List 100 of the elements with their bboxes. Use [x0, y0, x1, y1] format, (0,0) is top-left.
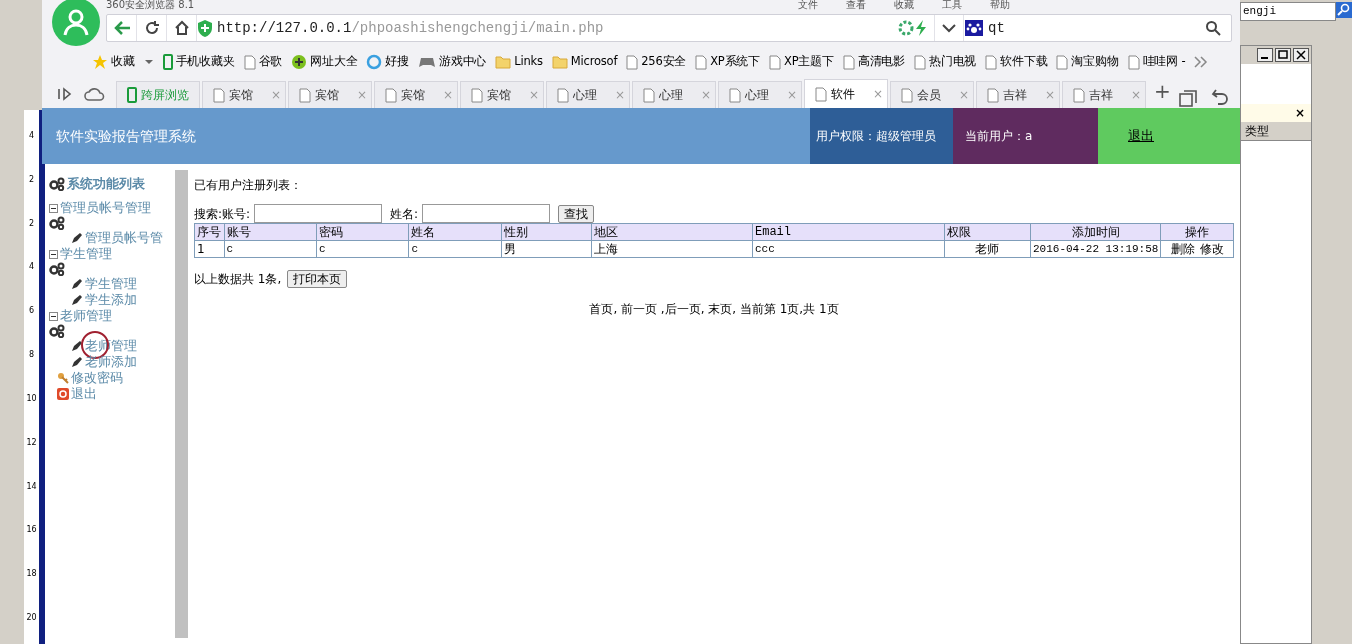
- sidebar-group[interactable]: 老师管理: [60, 308, 112, 324]
- bookmark[interactable]: Links: [495, 53, 543, 71]
- column-header: 类型: [1245, 123, 1269, 138]
- search-field[interactable]: qt: [984, 17, 1199, 39]
- page-icon: [557, 87, 569, 103]
- browser-tab[interactable]: 宾馆 ×: [374, 81, 458, 108]
- bookmark[interactable]: 手机收藏夹: [162, 53, 235, 71]
- bookmark[interactable]: Microsof: [551, 53, 618, 71]
- column-header: Email: [752, 223, 945, 241]
- page-icon: [299, 87, 311, 103]
- browser-tab[interactable]: 宾馆 ×: [460, 81, 544, 108]
- bookmark[interactable]: 软件下载: [985, 53, 1048, 71]
- more-chevron-icon[interactable]: [1194, 56, 1209, 68]
- name-label: 姓名:: [390, 205, 419, 223]
- new-tab-button[interactable]: +: [1154, 76, 1171, 106]
- bookmark[interactable]: 热门电视: [914, 53, 977, 71]
- browser-tab[interactable]: 宾馆 ×: [288, 81, 372, 108]
- search-button[interactable]: 查找: [558, 204, 595, 223]
- account-field[interactable]: [254, 204, 383, 223]
- sidebar-group[interactable]: 管理员帐号管理: [60, 200, 151, 216]
- bookmark[interactable]: 好搜: [366, 53, 410, 71]
- refresh-icon[interactable]: [898, 20, 914, 36]
- bookmark[interactable]: 淘宝购物: [1056, 53, 1119, 71]
- sidebar-link[interactable]: 退出: [71, 386, 97, 402]
- sidebar-group[interactable]: 学生管理: [60, 246, 112, 262]
- undo-icon[interactable]: [1210, 87, 1229, 105]
- search-field[interactable]: engji: [1240, 2, 1336, 21]
- bookmark[interactable]: 256安全: [626, 53, 687, 71]
- scrollbar[interactable]: [175, 170, 188, 638]
- column-header: 权限: [944, 223, 1031, 241]
- bookmark[interactable]: 网址大全: [291, 53, 358, 71]
- page-icon: [643, 87, 655, 103]
- bookmark[interactable]: 收藏: [92, 53, 135, 71]
- print-button[interactable]: 打印本页: [287, 270, 348, 288]
- ruler-label: 2: [28, 175, 35, 184]
- browser-tab[interactable]: 心理 ×: [718, 81, 802, 108]
- close-button[interactable]: ×: [1294, 103, 1305, 122]
- name-field[interactable]: [422, 204, 551, 223]
- page-icon: [901, 87, 913, 103]
- page-icon: [987, 87, 999, 103]
- bookmark[interactable]: XP主题下: [769, 53, 834, 71]
- menu-item[interactable]: 收藏: [894, 0, 914, 10]
- menu-item[interactable]: 文件: [798, 0, 818, 10]
- browser-tab[interactable]: 软件 ×: [804, 79, 888, 108]
- browser-tab[interactable]: 心理 ×: [632, 81, 716, 108]
- column-header: 添加时间: [1030, 223, 1161, 241]
- bookmark[interactable]: 谷歌: [243, 53, 283, 71]
- bookmark[interactable]: 哇哇网 -: [1127, 53, 1186, 71]
- search-icon[interactable]: [1205, 20, 1221, 36]
- menu-item[interactable]: 查看: [846, 0, 866, 10]
- sidebar-link[interactable]: 老师添加: [85, 354, 137, 369]
- phone-icon: [162, 54, 173, 70]
- menu-item[interactable]: 工具: [942, 0, 962, 10]
- logout-link[interactable]: 退出: [1128, 126, 1154, 146]
- menu-item[interactable]: 帮助: [990, 0, 1010, 10]
- action-link[interactable]: 删除: [1170, 242, 1195, 256]
- paw-icon[interactable]: [964, 19, 984, 37]
- ruler-label: 6: [28, 307, 35, 316]
- table-cell: ccc: [752, 240, 945, 258]
- bookmark[interactable]: 高清电影: [842, 53, 906, 71]
- browser-tab[interactable]: 吉祥 ×: [1062, 81, 1146, 108]
- ruler-label: 2: [28, 219, 35, 228]
- column-header: 账号: [224, 223, 317, 241]
- action-link[interactable]: 修改: [1199, 242, 1224, 256]
- page-icon: [1073, 87, 1085, 103]
- sidebar-link[interactable]: 学生管理: [85, 276, 137, 291]
- restore-tabs-icon[interactable]: [1178, 90, 1197, 108]
- column-header: 操作: [1160, 223, 1234, 241]
- browser-tab[interactable]: 宾馆 ×: [202, 81, 286, 108]
- ruler-label: 16: [26, 526, 37, 535]
- collapse-icon[interactable]: [49, 311, 58, 321]
- url-field[interactable]: http://127.0.0.1/phpoashishengchengji/main.php: [213, 17, 898, 39]
- back-icon[interactable]: [112, 20, 131, 36]
- search-icon[interactable]: [1336, 2, 1352, 18]
- column-header: 姓名: [408, 223, 502, 241]
- page-icon: [695, 54, 708, 70]
- star-icon: [92, 54, 108, 70]
- home-icon[interactable]: [173, 20, 190, 36]
- gears-icon: [49, 324, 65, 338]
- maximize-icon[interactable]: [1275, 47, 1291, 62]
- sidebar-link[interactable]: 管理员帐号管: [85, 230, 163, 245]
- bookmark[interactable]: XP系统下: [695, 53, 760, 71]
- collapse-icon[interactable]: [49, 249, 58, 259]
- browser-tab[interactable]: 心理 ×: [546, 81, 630, 108]
- lightning-icon[interactable]: [914, 19, 928, 37]
- sidebar-link[interactable]: 修改密码: [71, 370, 123, 386]
- list-heading: 已有用户注册列表：: [194, 177, 303, 194]
- minimize-icon[interactable]: [1257, 47, 1273, 62]
- chevron-down-icon[interactable]: [942, 23, 956, 33]
- table-cell: 1: [194, 240, 225, 258]
- bookmark[interactable]: 游戏中心: [418, 53, 487, 71]
- reload-icon[interactable]: [143, 20, 160, 36]
- pagination-text: 首页, 前一页 ,后一页, 末页, 当前第 1页,共 1页: [589, 302, 839, 316]
- browser-tab[interactable]: 会员 ×: [890, 81, 974, 108]
- dropdown-caret-icon[interactable]: [143, 59, 154, 65]
- close-icon[interactable]: [1293, 47, 1309, 62]
- page-icon: [729, 87, 741, 103]
- browser-tab[interactable]: 吉祥 ×: [976, 81, 1060, 108]
- sidebar-link[interactable]: 学生添加: [85, 292, 137, 307]
- collapse-icon[interactable]: [49, 203, 58, 213]
